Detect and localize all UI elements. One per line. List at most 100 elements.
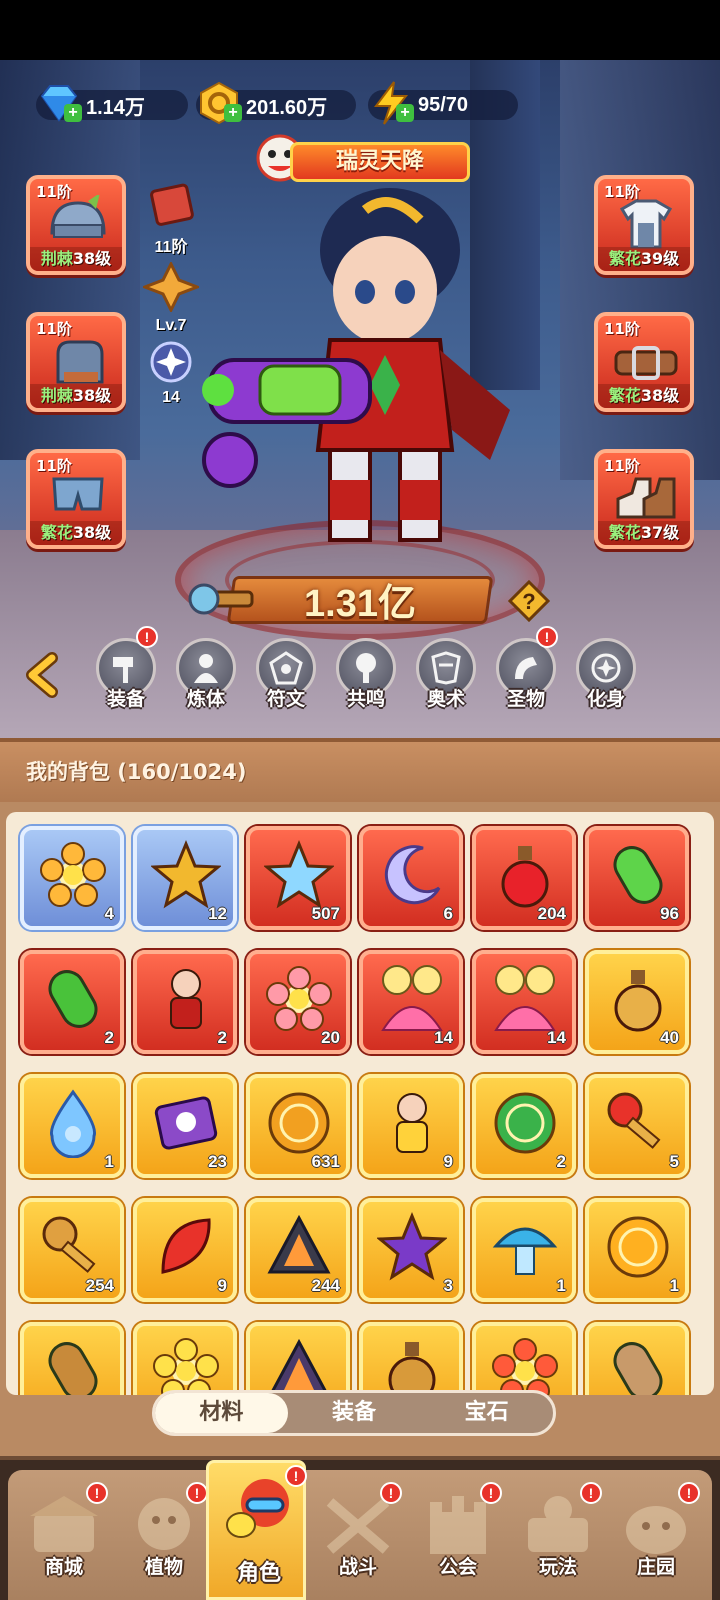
bottom-nav-shop[interactable]: ! 商城 — [14, 1476, 114, 1600]
nav-resonance-label: 共鸣 — [346, 688, 385, 710]
bag-item[interactable] — [133, 1322, 237, 1395]
bag-item[interactable]: 631 — [246, 1074, 350, 1178]
bag-item[interactable] — [585, 1322, 689, 1395]
tree-icon — [356, 653, 376, 683]
nav-arcane-label: 奥术 — [426, 688, 465, 710]
nav-avatar[interactable]: 化身 — [576, 638, 636, 728]
bag-item[interactable]: 254 — [20, 1198, 124, 1302]
tab-materials[interactable]: 材料 — [155, 1393, 288, 1433]
bag-item-count: 2 — [217, 1028, 227, 1047]
bag-item[interactable]: 2 — [20, 950, 124, 1054]
bag-item-count: 507 — [311, 904, 340, 923]
bag-item[interactable]: 9 — [133, 1198, 237, 1302]
relic-box-icon — [150, 183, 194, 226]
bag-item[interactable]: 204 — [472, 826, 576, 930]
nav-rune-label: 符文 — [266, 688, 305, 710]
bottom-nav-guild[interactable]: ! 公会 — [408, 1476, 508, 1600]
bag-item[interactable]: 2 — [133, 950, 237, 1054]
bag-item[interactable]: 40 — [585, 950, 689, 1054]
hammer-icon — [113, 657, 133, 683]
bag-item[interactable] — [359, 1322, 463, 1395]
bottom-nav-manor[interactable]: ! 庄园 — [606, 1476, 706, 1600]
guild-alert: ! — [480, 1482, 502, 1504]
bag-item[interactable]: 507 — [246, 826, 350, 930]
bag-item[interactable]: 12 — [133, 826, 237, 930]
bag-item[interactable]: 96 — [585, 826, 689, 930]
power-help-button[interactable]: ? — [508, 580, 550, 622]
bag-item[interactable] — [20, 1322, 124, 1395]
slot-level: 繁花38级 — [598, 384, 690, 408]
nav-arcane[interactable]: 奥术 — [416, 638, 476, 728]
play-alert: ! — [580, 1482, 602, 1504]
back-button[interactable] — [18, 650, 68, 700]
bag-item[interactable]: 3 — [359, 1198, 463, 1302]
tab-gems[interactable]: 宝石 — [420, 1393, 553, 1433]
add-diamond-icon[interactable]: + — [64, 104, 82, 122]
bottom-nav-plants[interactable]: ! 植物 — [114, 1476, 214, 1600]
bottom-nav-character[interactable]: ! 角色 — [206, 1460, 307, 1600]
bag-item[interactable] — [472, 1322, 576, 1395]
bag-item-count: 254 — [85, 1276, 114, 1295]
manor-label: 庄园 — [636, 1556, 675, 1578]
bag-item-count: 204 — [537, 904, 566, 923]
tab-equipment[interactable]: 装备 — [288, 1393, 421, 1433]
nav-rune[interactable]: 符文 — [256, 638, 316, 728]
bottom-nav-play[interactable]: ! 玩法 — [508, 1476, 608, 1600]
diamond-counter[interactable]: + 1.14万 — [36, 85, 188, 122]
bag-item[interactable]: 1 — [20, 1074, 124, 1178]
duck-flower-icon — [40, 842, 106, 907]
slot-level-value: 38级 — [640, 386, 680, 405]
bag-item-count: 244 — [311, 1276, 340, 1295]
crystal-star-icon — [264, 840, 334, 909]
lotus-pair-icon — [381, 965, 443, 1031]
bag-item-count: 20 — [321, 1028, 340, 1047]
duck-coin-icon — [268, 1092, 330, 1154]
nav-relic-alert: ! — [536, 626, 558, 648]
bag-item[interactable]: 9 — [359, 1074, 463, 1178]
gold-counter[interactable]: + 201.60万 — [196, 81, 356, 125]
red-flower-icon — [492, 1338, 558, 1395]
equip-slot-boots[interactable]: 11阶 繁花37级 — [594, 449, 694, 549]
add-gold-icon[interactable]: + — [224, 104, 242, 122]
bag-item-count: 631 — [311, 1152, 340, 1171]
nav-equip[interactable]: ! 装备 — [96, 626, 158, 728]
nav-body[interactable]: 炼体 — [176, 638, 236, 728]
equip-slot-belt[interactable]: 11阶 繁花38级 — [594, 312, 694, 412]
bag-item[interactable]: 14 — [472, 950, 576, 1054]
equip-slot-armor[interactable]: 11阶 繁花39级 — [594, 175, 694, 275]
bag-item[interactable]: 1 — [472, 1198, 576, 1302]
battle-label: 战斗 — [338, 1556, 377, 1578]
bag-grid: 4 12 507 6 204 96 2 2 20 14 14 40 1 23 631 9 2 5 254 9 244 3 1… — [20, 826, 689, 1395]
nav-resonance[interactable]: 共鸣 — [336, 638, 396, 728]
bag-item[interactable]: 23 — [133, 1074, 237, 1178]
bag-item[interactable]: 2 — [472, 1074, 576, 1178]
belt-icon — [614, 346, 678, 380]
bag-grid-container[interactable]: 4 12 507 6 204 96 2 2 20 14 14 40 1 23 631 9 2 5 254 9 244 3 1… — [6, 812, 714, 1395]
skull-scroll-icon — [154, 1096, 218, 1150]
energy-value: 95/70 — [418, 93, 469, 116]
equip-slot-pants[interactable]: 11阶 繁花38级 — [26, 449, 126, 549]
bag-title: 我的背包 (160/1024) — [26, 760, 247, 784]
gold-key-icon — [42, 1216, 96, 1273]
character-alert: ! — [285, 1465, 307, 1487]
hero-figure-icon — [170, 969, 202, 1029]
bag-item[interactable] — [246, 1322, 350, 1395]
slot-level: 繁花39级 — [598, 247, 690, 271]
bottom-nav-battle[interactable]: ! 战斗 — [308, 1476, 408, 1600]
equip-slot-gloves[interactable]: 11阶 荆棘38级 — [26, 312, 126, 412]
bag-item[interactable]: 6 — [359, 826, 463, 930]
bag-item-count: 9 — [443, 1152, 453, 1171]
bag-item[interactable]: 1 — [585, 1198, 689, 1302]
hero-character[interactable] — [190, 170, 530, 580]
bag-item[interactable]: 20 — [246, 950, 350, 1054]
add-energy-icon[interactable]: + — [396, 104, 414, 122]
bag-item[interactable]: 4 — [20, 826, 124, 930]
slot-level-value: 39级 — [640, 249, 680, 268]
star-amulet-icon — [377, 1212, 447, 1281]
nav-relic[interactable]: ! 圣物 — [496, 626, 558, 728]
bag-item[interactable]: 5 — [585, 1074, 689, 1178]
energy-counter[interactable]: + 95/70 — [368, 81, 518, 125]
bag-item[interactable]: 14 — [359, 950, 463, 1054]
bag-item[interactable]: 244 — [246, 1198, 350, 1302]
equip-slot-helmet[interactable]: 11阶 荆棘38级 — [26, 175, 126, 275]
